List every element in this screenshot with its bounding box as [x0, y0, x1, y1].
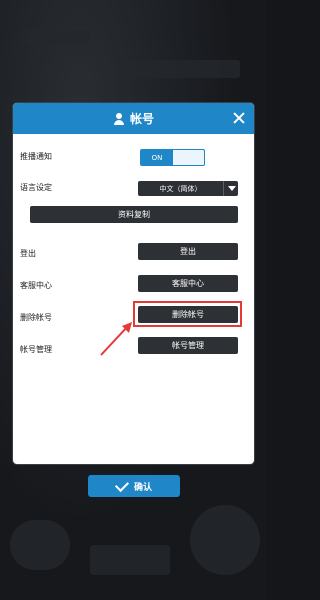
chevron-down-icon	[223, 181, 238, 196]
confirm-button[interactable]: 确认	[88, 475, 180, 497]
logout-label: 登出	[20, 249, 36, 258]
check-icon	[114, 477, 130, 492]
toggle-on-label: ON	[141, 150, 173, 165]
support-button[interactable]: 客服中心	[138, 275, 238, 292]
dialog-title: 帐号	[129, 112, 154, 126]
close-icon[interactable]	[232, 111, 246, 125]
logout-button[interactable]: 登出	[138, 243, 238, 260]
push-toggle[interactable]: ON	[140, 149, 205, 166]
language-value: 中文（简体）	[159, 184, 202, 193]
manage-account-label: 帐号管理	[20, 345, 52, 354]
support-label: 客服中心	[20, 281, 52, 290]
language-label: 语言设定	[20, 183, 52, 192]
user-icon	[113, 112, 125, 125]
language-select[interactable]: 中文（简体）	[138, 181, 238, 196]
push-label: 推播通知	[20, 152, 52, 161]
highlight-box	[133, 301, 242, 327]
delete-account-label: 删除帐号	[20, 313, 52, 322]
dialog-titlebar: 帐号	[13, 103, 254, 134]
confirm-label: 确认	[133, 482, 152, 493]
manage-account-button[interactable]: 帐号管理	[138, 337, 238, 354]
data-copy-button[interactable]: 资料复制	[30, 206, 238, 223]
red-arrow-icon	[100, 322, 132, 356]
